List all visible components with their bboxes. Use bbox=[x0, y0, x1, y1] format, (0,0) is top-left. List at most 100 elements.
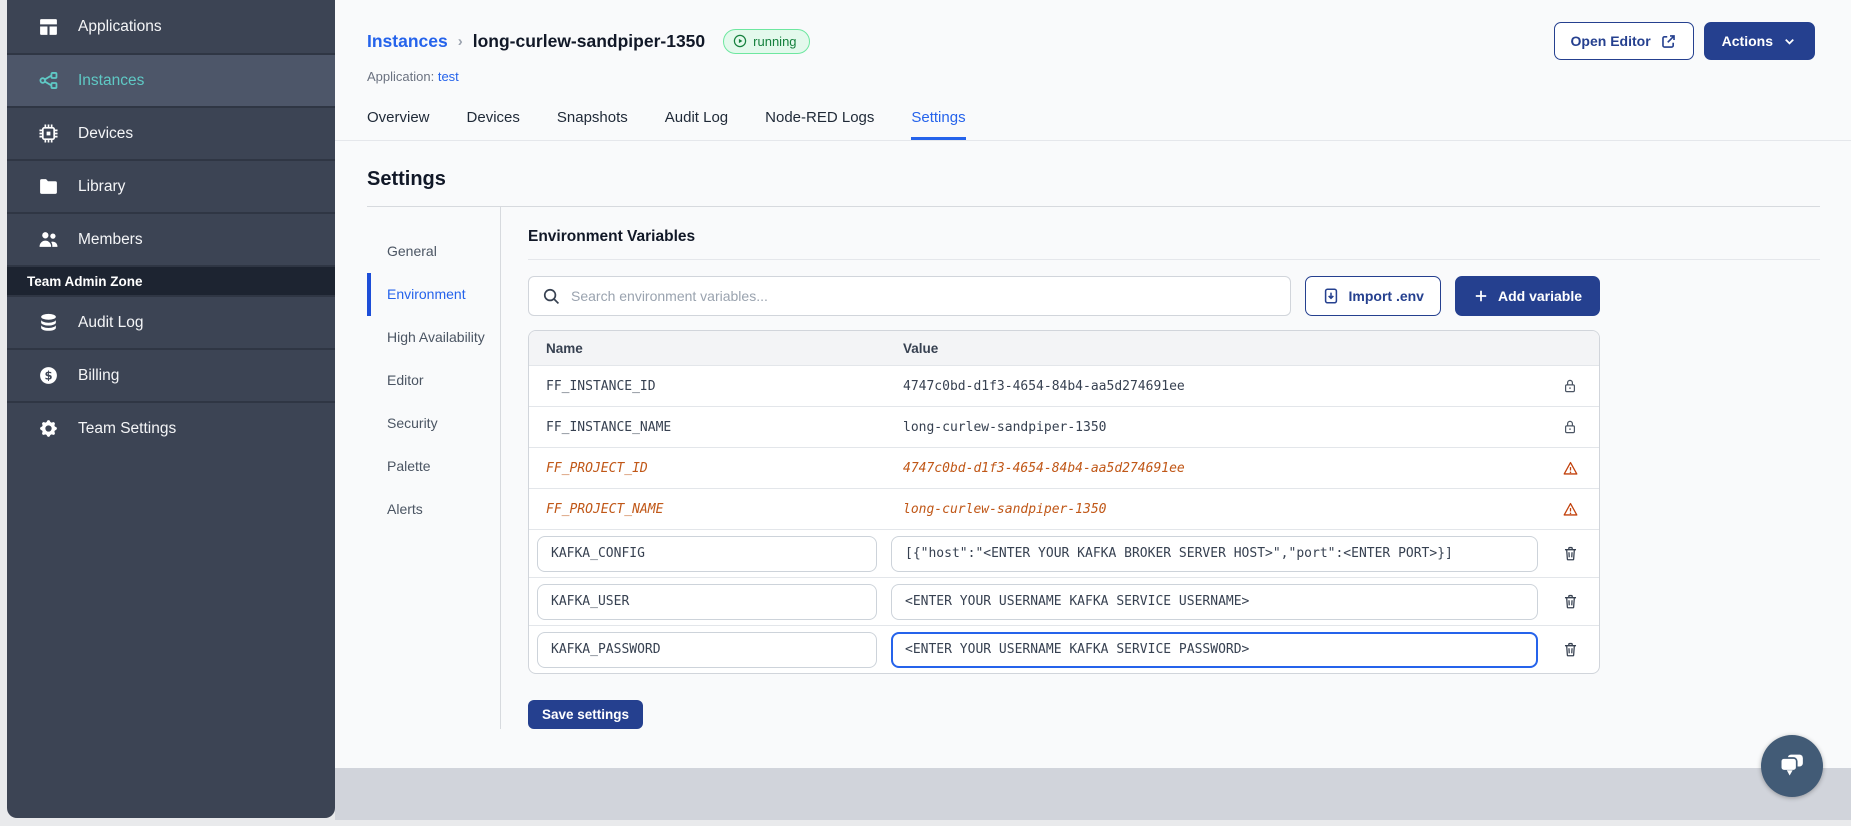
sidebar-item-instances[interactable]: Instances bbox=[7, 53, 335, 106]
sidebar-item-label: Applications bbox=[78, 17, 162, 35]
tab-snapshots[interactable]: Snapshots bbox=[557, 109, 628, 140]
column-header-name: Name bbox=[546, 340, 583, 356]
add-variable-button[interactable]: Add variable bbox=[1454, 276, 1600, 316]
sidebar-item-members[interactable]: Members bbox=[7, 212, 335, 265]
env-var-value-input[interactable] bbox=[891, 583, 1538, 620]
table-header: Name Value bbox=[529, 331, 1599, 365]
settings-nav-high-availability[interactable]: High Availability bbox=[367, 316, 500, 359]
env-var-name: FF_INSTANCE_ID bbox=[546, 378, 656, 394]
env-var-name-input[interactable] bbox=[537, 535, 877, 572]
trash-icon bbox=[1562, 545, 1579, 562]
column-header-value: Value bbox=[903, 340, 939, 356]
billing-dollar-icon: $ bbox=[38, 365, 59, 386]
section-title: Environment Variables bbox=[528, 228, 1820, 260]
instance-header: Instances › long-curlew-sandpiper-1350 r… bbox=[335, 0, 1851, 84]
sidebar-item-devices[interactable]: Devices bbox=[7, 106, 335, 159]
tab-node-red-logs[interactable]: Node-RED Logs bbox=[765, 109, 874, 140]
sidebar-item-label: Audit Log bbox=[78, 313, 144, 331]
table-row: FF_INSTANCE_NAME long-curlew-sandpiper-1… bbox=[529, 406, 1599, 447]
env-var-value-input-focused[interactable] bbox=[891, 631, 1538, 668]
table-row bbox=[529, 577, 1599, 625]
tab-settings[interactable]: Settings bbox=[911, 109, 966, 140]
env-var-name: FF_INSTANCE_NAME bbox=[546, 419, 672, 435]
sidebar-item-label: Instances bbox=[78, 71, 145, 89]
env-var-value: 4747c0bd-d1f3-4654-84b4-aa5d274691ee bbox=[903, 460, 1185, 476]
tab-audit-log[interactable]: Audit Log bbox=[665, 109, 728, 140]
page-title: Settings bbox=[367, 168, 1820, 207]
breadcrumb-separator-icon: › bbox=[457, 32, 463, 50]
gear-icon bbox=[38, 418, 59, 439]
sidebar-item-label: Team Settings bbox=[78, 419, 177, 437]
env-var-name: FF_PROJECT_ID bbox=[546, 460, 648, 476]
settings-nav-palette[interactable]: Palette bbox=[367, 445, 500, 488]
settings-nav-environment[interactable]: Environment bbox=[367, 273, 500, 316]
sidebar-item-label: Devices bbox=[78, 124, 134, 142]
settings-nav-security[interactable]: Security bbox=[367, 402, 500, 445]
members-icon bbox=[38, 229, 59, 250]
plus-icon bbox=[1473, 288, 1489, 304]
settings-nav-general[interactable]: General bbox=[367, 230, 500, 273]
application-line: Application: test bbox=[367, 69, 459, 84]
instance-name: long-curlew-sandpiper-1350 bbox=[472, 30, 706, 51]
sidebar-item-team-settings[interactable]: Team Settings bbox=[7, 401, 335, 454]
svg-text:$: $ bbox=[44, 368, 52, 382]
breadcrumb: Instances › long-curlew-sandpiper-1350 bbox=[367, 31, 705, 52]
bottom-strip bbox=[335, 768, 1851, 820]
status-badge: running bbox=[723, 28, 810, 54]
sidebar-item-library[interactable]: Library bbox=[7, 159, 335, 212]
sidebar-item-label: Library bbox=[78, 177, 126, 195]
trash-icon bbox=[1562, 641, 1579, 658]
lock-icon bbox=[1541, 419, 1599, 435]
save-settings-button[interactable]: Save settings bbox=[528, 700, 644, 729]
env-var-value-input[interactable] bbox=[891, 535, 1538, 572]
delete-variable-button[interactable] bbox=[1560, 591, 1581, 612]
settings-sub-nav: General Environment High Availability Ed… bbox=[367, 207, 500, 729]
actions-button[interactable]: Actions bbox=[1703, 22, 1815, 60]
trash-icon bbox=[1562, 593, 1579, 610]
delete-variable-button[interactable] bbox=[1560, 543, 1581, 564]
tab-devices[interactable]: Devices bbox=[467, 109, 520, 140]
settings-nav-alerts[interactable]: Alerts bbox=[367, 488, 500, 531]
external-link-icon bbox=[1660, 33, 1677, 50]
env-variables-table: Name Value FF_INSTANCE_ID 4747c0bd-d1f3-… bbox=[528, 330, 1600, 674]
environment-panel: Environment Variables Import .env bbox=[500, 207, 1820, 729]
audit-log-database-icon bbox=[38, 312, 59, 333]
warning-icon bbox=[1541, 460, 1599, 477]
table-row: FF_INSTANCE_ID 4747c0bd-d1f3-4654-84b4-a… bbox=[529, 365, 1599, 406]
instance-tabs: Overview Devices Snapshots Audit Log Nod… bbox=[335, 84, 1851, 141]
applications-icon bbox=[38, 16, 59, 37]
import-env-button[interactable]: Import .env bbox=[1304, 276, 1441, 316]
table-row: FF_PROJECT_NAME long-curlew-sandpiper-13… bbox=[529, 488, 1599, 529]
instances-icon bbox=[38, 70, 59, 91]
devices-icon bbox=[38, 123, 59, 144]
open-editor-button[interactable]: Open Editor bbox=[1553, 22, 1694, 60]
search-box bbox=[528, 276, 1291, 316]
table-row: FF_PROJECT_ID 4747c0bd-d1f3-4654-84b4-aa… bbox=[529, 447, 1599, 488]
application-link[interactable]: test bbox=[438, 69, 459, 84]
sidebar-item-label: Members bbox=[78, 230, 143, 248]
warning-icon bbox=[1541, 501, 1599, 518]
chevron-down-icon bbox=[1782, 34, 1797, 49]
tab-overview[interactable]: Overview bbox=[367, 109, 430, 140]
import-file-icon bbox=[1322, 287, 1340, 305]
sidebar-item-label: Billing bbox=[78, 366, 120, 384]
settings-nav-editor[interactable]: Editor bbox=[367, 359, 500, 402]
env-var-value: 4747c0bd-d1f3-4654-84b4-aa5d274691ee bbox=[903, 378, 1185, 394]
sidebar-section-team-admin-zone: Team Admin Zone bbox=[7, 265, 335, 295]
breadcrumb-instances-link[interactable]: Instances bbox=[367, 31, 448, 52]
env-var-name-input[interactable] bbox=[537, 631, 877, 668]
search-icon bbox=[542, 287, 561, 306]
table-row bbox=[529, 529, 1599, 577]
library-folder-icon bbox=[38, 176, 59, 197]
env-var-value: long-curlew-sandpiper-1350 bbox=[903, 419, 1107, 435]
env-var-name-input[interactable] bbox=[537, 583, 877, 620]
sidebar: Applications Instances Devices Library M… bbox=[7, 0, 335, 818]
sidebar-item-audit-log[interactable]: Audit Log bbox=[7, 295, 335, 348]
sidebar-item-billing[interactable]: $ Billing bbox=[7, 348, 335, 401]
delete-variable-button[interactable] bbox=[1560, 639, 1581, 660]
sidebar-item-applications[interactable]: Applications bbox=[7, 0, 335, 53]
lock-icon bbox=[1541, 378, 1599, 394]
chat-bubble-icon bbox=[1775, 749, 1809, 783]
search-input[interactable] bbox=[571, 288, 1277, 304]
chat-widget-button[interactable] bbox=[1761, 735, 1823, 797]
